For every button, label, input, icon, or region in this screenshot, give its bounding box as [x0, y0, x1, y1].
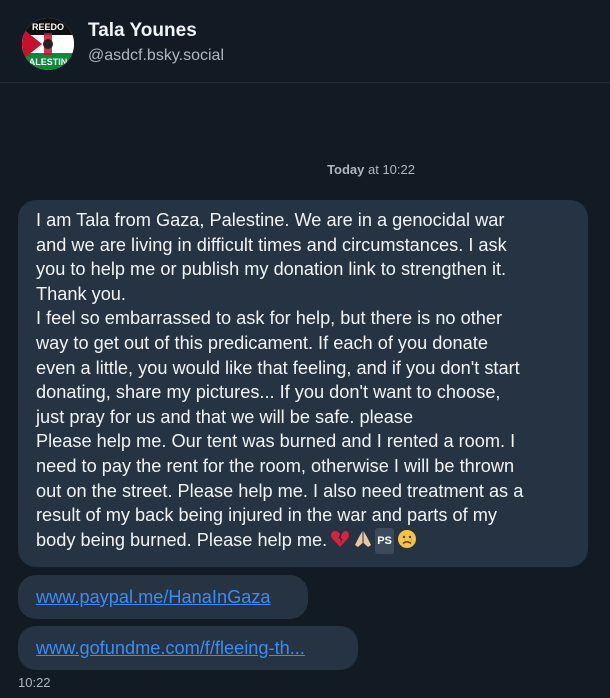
ps-badge: PS — [375, 527, 394, 555]
palestine-flag-avatar-image: REEDO ALESTIN — [22, 18, 74, 70]
message-line: way to get out of this predicament. If e… — [36, 332, 488, 353]
paypal-link[interactable]: www.paypal.me/HanaInGaza — [18, 575, 308, 619]
day-time: at 10:22 — [364, 162, 415, 177]
day-separator: Today at 10:22 — [0, 162, 610, 177]
folded-hands-icon — [353, 529, 373, 556]
message-line: body being burned. Please help me. — [36, 529, 328, 550]
message-line: Thank you. — [36, 283, 126, 304]
message-line: even a little, you would like that feeli… — [36, 357, 520, 378]
message-line: Please help me. Our tent was burned and … — [36, 431, 516, 452]
message-last-line: body being burned. Please help me. PS — [36, 527, 570, 556]
message-line: just pray for us and that we will be saf… — [36, 406, 414, 427]
gofundme-link[interactable]: www.gofundme.com/f/fleeing-th... — [18, 626, 358, 670]
avatar-text-top: REEDO — [32, 22, 64, 32]
broken-heart-icon — [330, 529, 350, 556]
avatar-text-bottom: ALESTIN — [29, 57, 68, 67]
message-line: and we are living in difficult times and… — [36, 234, 507, 255]
message-line: result of my back being injured in the w… — [36, 505, 497, 526]
sad-face-icon — [397, 529, 417, 556]
message-line: donating, share my pictures... If you do… — [36, 382, 501, 403]
message-timestamp: 10:22 — [18, 675, 51, 690]
message-bubble[interactable]: I am Tala from Gaza, Palestine. We are i… — [18, 200, 588, 568]
conversation-header: REEDO ALESTIN Tala Younes @asdcf.bsky.so… — [0, 0, 610, 83]
day-label: Today — [327, 162, 365, 177]
message-line: I am Tala from Gaza, Palestine. We are i… — [36, 210, 505, 230]
contact-handle: @asdcf.bsky.social — [88, 47, 224, 64]
message-line: need to pay the rent for the room, other… — [36, 455, 515, 476]
message-line: out on the street. Please help me. I als… — [36, 480, 524, 501]
contact-name[interactable]: Tala Younes — [88, 20, 197, 42]
message-line: I feel so embarrassed to ask for help, b… — [36, 308, 503, 329]
message-line: you to help me or publish my donation li… — [36, 259, 507, 280]
avatar[interactable]: REEDO ALESTIN — [22, 18, 74, 70]
